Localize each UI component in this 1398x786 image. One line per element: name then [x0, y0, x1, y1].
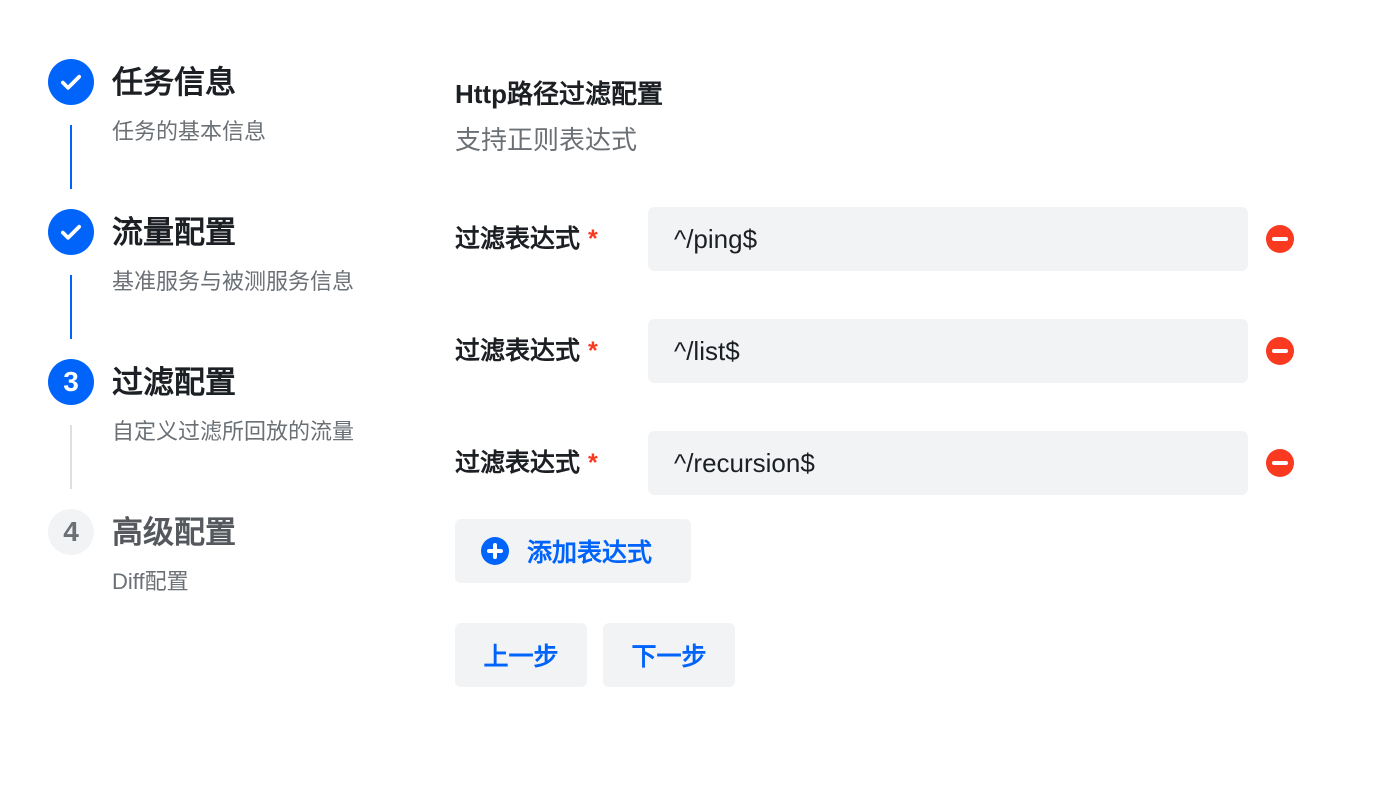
step-2-title: 流量配置	[112, 215, 236, 250]
step-task-info[interactable]: 任务信息 任务的基本信息	[48, 59, 408, 209]
add-expression-button[interactable]: 添加表达式	[455, 519, 691, 583]
required-marker: *	[588, 225, 598, 253]
expression-row: 过滤表达式 *	[455, 319, 1355, 431]
filter-form: Http路径过滤配置 支持正则表达式 过滤表达式* 过滤表达式* 过滤表达式* …	[455, 74, 1355, 687]
required-marker: *	[588, 337, 598, 365]
expression-list: 过滤表达式* 过滤表达式* 过滤表达式*	[455, 207, 1355, 543]
step-3-title: 过滤配置	[112, 365, 236, 400]
step-2-description: 基准服务与被测服务信息	[112, 269, 355, 294]
expression-label: 过滤表达式 *	[455, 333, 598, 369]
step-3-number: 3	[48, 359, 94, 405]
minus-circle-icon[interactable]	[1266, 225, 1294, 253]
prev-step-button[interactable]: 上一步	[455, 623, 587, 687]
step-1-description: 任务的基本信息	[112, 119, 267, 144]
expression-label: 过滤表达式 *	[455, 445, 598, 481]
add-expression-label: 添加表达式	[527, 539, 653, 567]
form-title: Http路径过滤配置	[455, 79, 663, 109]
minus-circle-icon[interactable]	[1266, 449, 1294, 477]
next-step-button[interactable]: 下一步	[603, 623, 735, 687]
expression-input[interactable]	[648, 319, 1248, 383]
step-filter-config[interactable]: 3 过滤配置 自定义过滤所回放的流量	[48, 359, 408, 509]
step-4-description: Diff配置	[112, 569, 189, 594]
expression-label: 过滤表达式 *	[455, 221, 598, 257]
step-3-description: 自定义过滤所回放的流量	[112, 419, 355, 444]
step-traffic-config[interactable]: 流量配置 基准服务与被测服务信息	[48, 209, 408, 359]
expression-input[interactable]	[648, 431, 1248, 495]
step-connector	[70, 425, 72, 489]
expression-row: 过滤表达式 *	[455, 207, 1355, 319]
step-1-check-icon	[48, 59, 94, 105]
step-connector	[70, 125, 72, 189]
step-1-title: 任务信息	[112, 65, 236, 100]
form-subtitle: 支持正则表达式	[455, 125, 638, 155]
step-4-title: 高级配置	[112, 515, 236, 550]
step-4-number: 4	[48, 509, 94, 555]
required-marker: *	[588, 449, 598, 477]
minus-circle-icon[interactable]	[1266, 337, 1294, 365]
expression-input[interactable]	[648, 207, 1248, 271]
expression-label-text: 过滤表达式	[455, 225, 581, 253]
step-connector	[70, 275, 72, 339]
steps-sidebar: 任务信息 任务的基本信息 流量配置 基准服务与被测服务信息 3 过滤配置 自定义…	[48, 59, 408, 659]
expression-label-text: 过滤表达式	[455, 449, 581, 477]
plus-circle-icon	[481, 537, 509, 565]
expression-label-text: 过滤表达式	[455, 337, 581, 365]
step-advanced-config[interactable]: 4 高级配置 Diff配置	[48, 509, 408, 659]
step-2-check-icon	[48, 209, 94, 255]
